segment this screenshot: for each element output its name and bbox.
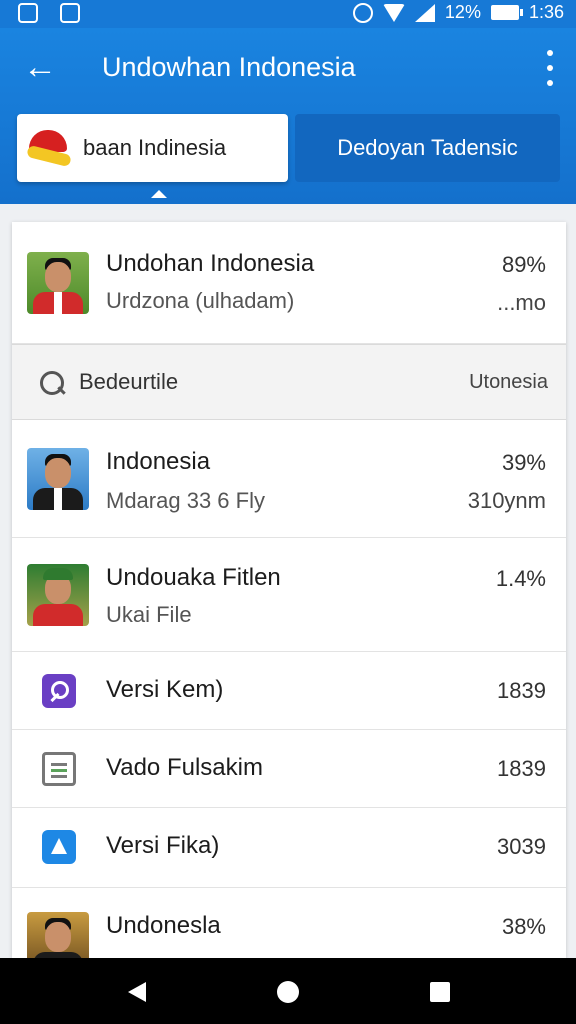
nav-recents-icon[interactable] (430, 982, 450, 1002)
system-icons: 12% 1:36 (352, 2, 564, 23)
blue-file-icon (42, 830, 76, 864)
item-title: Versi Kem) (106, 676, 224, 703)
item-value: 1839 (497, 678, 546, 703)
battery-icon (490, 5, 523, 20)
notification-icon (60, 3, 80, 23)
item-title: Undouaka Fitlen (106, 564, 281, 591)
notification-icons (18, 3, 80, 23)
search-label: Bedeurtile (79, 369, 179, 394)
app-bar: ← Undowhan Indonesia baan Indinesia Dedo… (0, 28, 576, 204)
signal-icon (414, 3, 435, 22)
arrow-left-icon: ← (23, 48, 57, 86)
document-icon (42, 752, 76, 786)
item-title: Indonesia (106, 448, 211, 475)
wifi-icon (382, 3, 405, 22)
item-value: 39% (501, 450, 546, 475)
header-item[interactable]: Undohan Indonesia Urdzona (ulhadam) 89% … (12, 222, 566, 344)
list-item[interactable]: Undonesla 38% (12, 888, 566, 958)
active-tab-indicator (151, 190, 167, 198)
item-title: Undonesla (106, 912, 221, 939)
search-filter[interactable]: Utonesia (469, 371, 548, 394)
more-vert-icon (547, 50, 553, 56)
item-subtitle: Mdarag 33 6 Fly (106, 488, 265, 513)
item-value: 1839 (497, 756, 546, 781)
list-item[interactable]: Vado Fulsakim 1839 (12, 730, 566, 808)
nav-home-icon[interactable] (277, 981, 299, 1003)
list-item[interactable]: Indonesia Mdarag 33 6 Fly 39% 310ynm (12, 420, 566, 538)
list-item[interactable]: Versi Kem) 1839 (12, 652, 566, 730)
item-value-secondary: 310ynm (467, 488, 546, 513)
nav-back-icon[interactable] (128, 982, 146, 1002)
item-title: Vado Fulsakim (106, 754, 263, 781)
item-value: 89% (501, 252, 546, 277)
system-nav-bar (0, 958, 576, 1024)
item-subtitle: Urdzona (ulhadam) (106, 288, 295, 313)
avatar-man-green-cap-icon (27, 564, 89, 626)
tab-label: baan Indinesia (83, 135, 227, 160)
indonesia-flag-icon (26, 128, 73, 168)
search-bar[interactable]: Bedeurtile Utonesia (12, 344, 566, 420)
avatar-gold-icon (27, 912, 89, 958)
item-title: Versi Fika) (106, 832, 220, 859)
item-value-secondary: ...mo (497, 290, 546, 315)
item-value: 1.4% (495, 566, 546, 591)
content-card: Undohan Indonesia Urdzona (ulhadam) 89% … (12, 222, 566, 958)
avatar-man-icon (27, 448, 89, 510)
notification-icon (18, 3, 38, 23)
item-value: 38% (501, 914, 546, 939)
search-icon (40, 371, 66, 397)
tab-label: Dedoyan Tadensic (337, 135, 518, 160)
more-options-button[interactable] (542, 50, 558, 86)
tab-indonesia[interactable]: baan Indinesia (17, 114, 288, 182)
alarm-icon (352, 2, 373, 23)
list-item[interactable]: Versi Fika) 3039 (12, 808, 566, 888)
back-button[interactable]: ← (20, 48, 60, 88)
page-title: Undowhan Indonesia (102, 52, 356, 82)
status-bar: 12% 1:36 (0, 0, 576, 28)
item-value: 3039 (497, 834, 546, 859)
list-item[interactable]: Undouaka Fitlen Ukai File 1.4% (12, 538, 566, 652)
avatar-icon (27, 252, 89, 314)
item-subtitle: Ukai File (106, 602, 192, 627)
key-file-icon (42, 674, 76, 708)
tab-dedoyan[interactable]: Dedoyan Tadensic (295, 114, 560, 182)
status-time: 1:36 (528, 2, 564, 22)
battery-percent: 12% (444, 2, 481, 22)
item-title: Undohan Indonesia (106, 250, 315, 277)
